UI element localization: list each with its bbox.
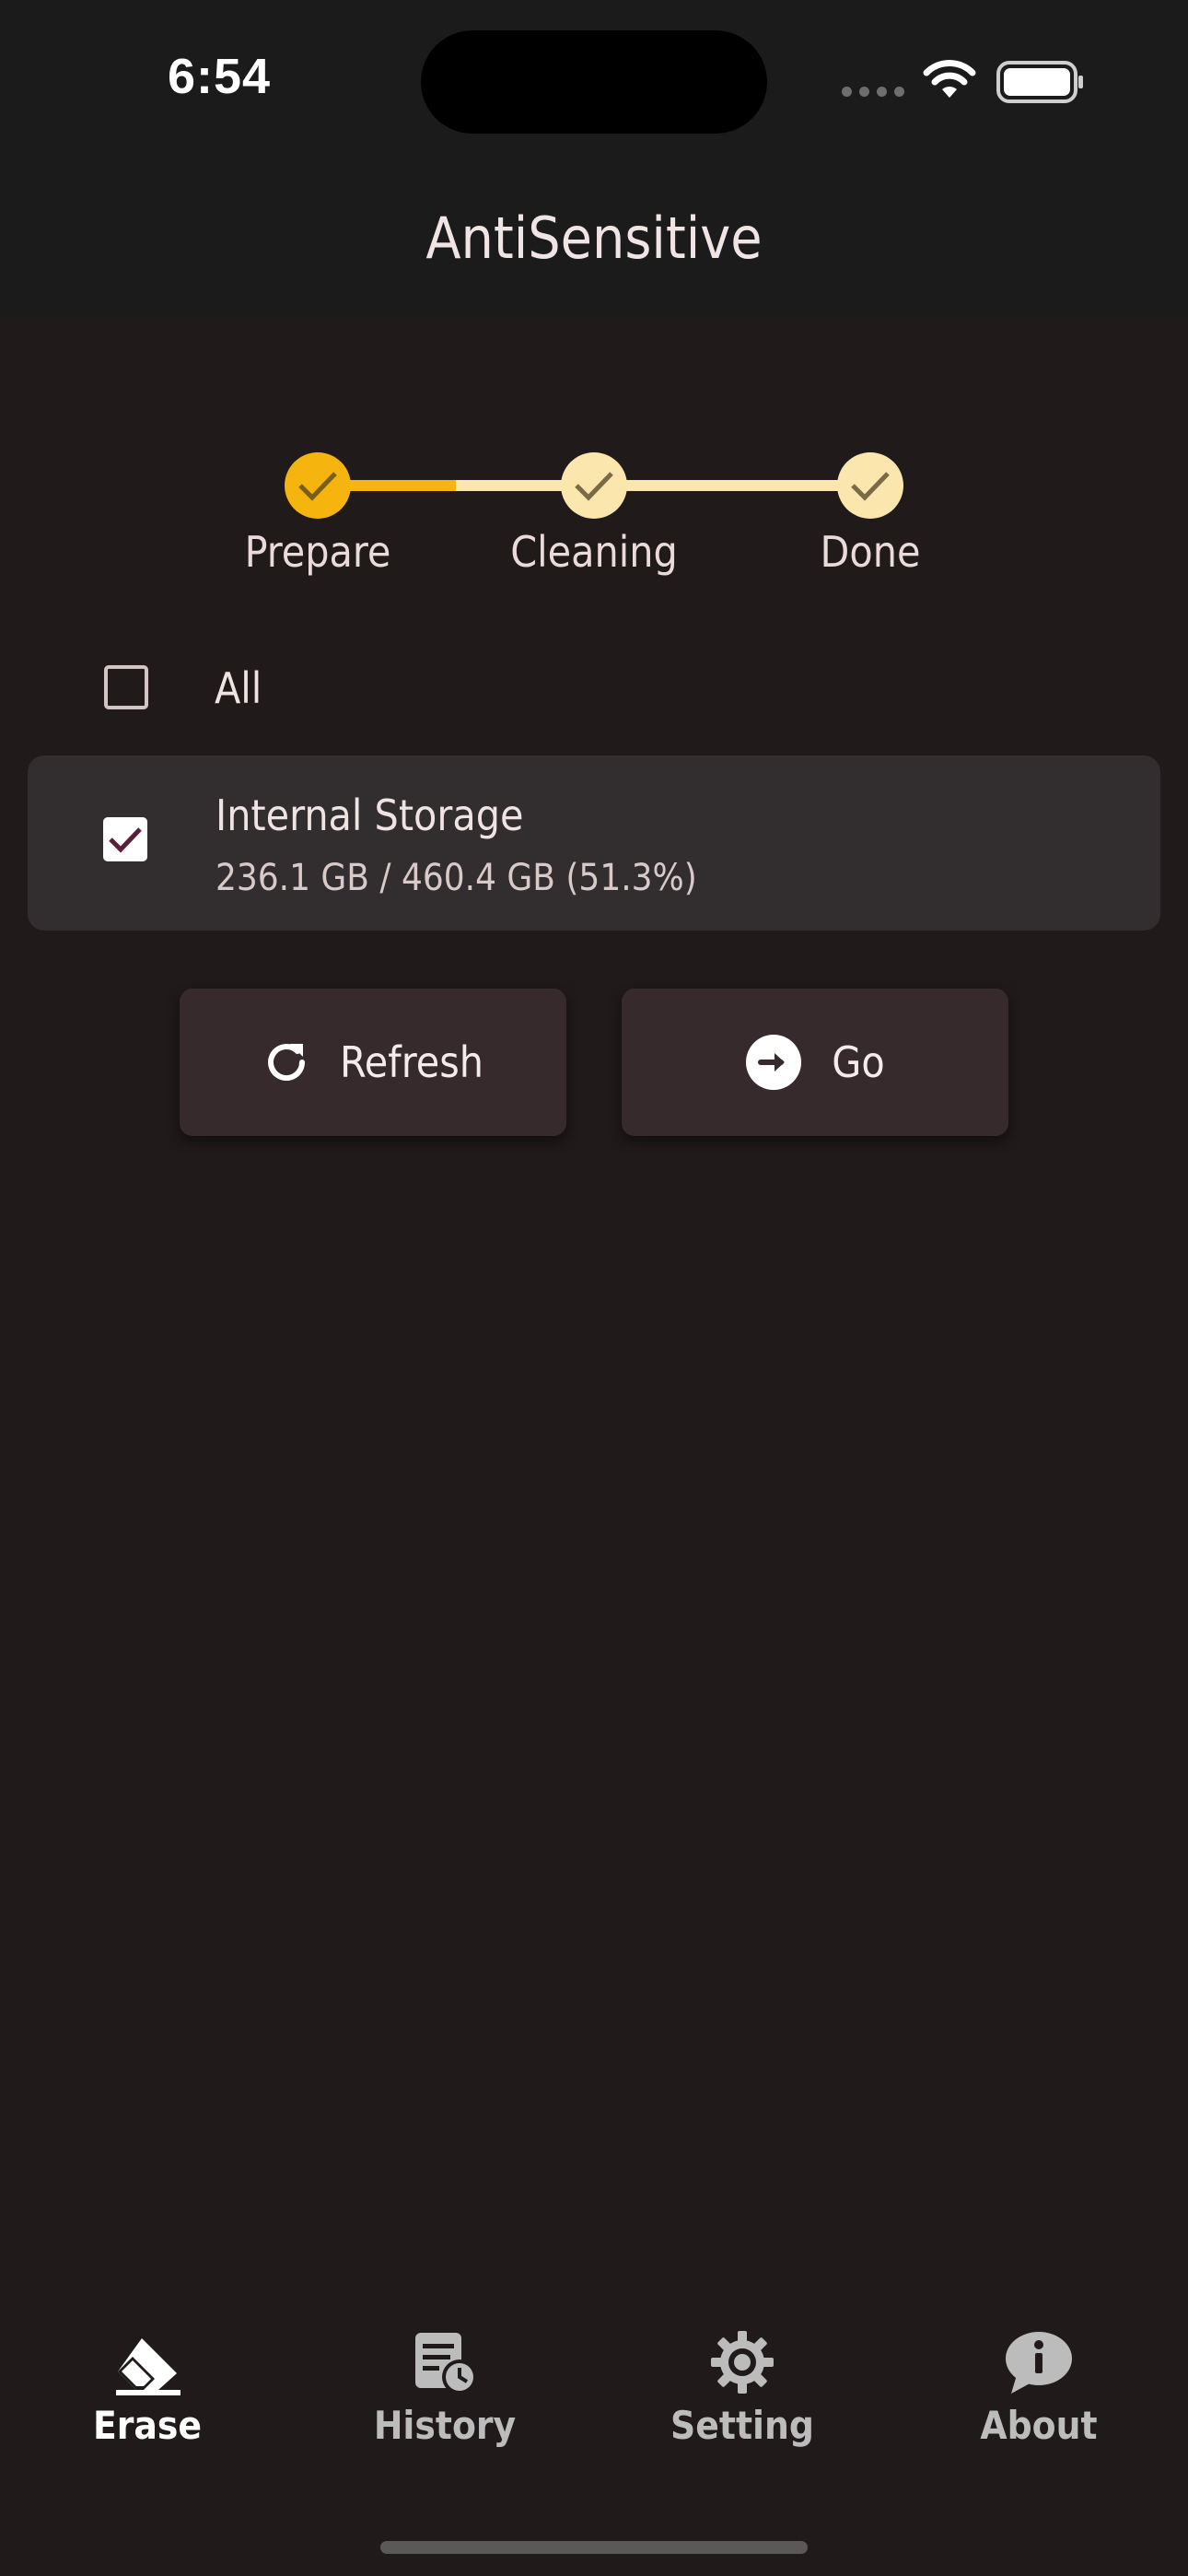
- check-icon: [298, 472, 337, 501]
- select-all-label: All: [215, 663, 262, 713]
- home-indicator[interactable]: [380, 2541, 808, 2554]
- check-icon: [575, 472, 613, 501]
- step-label-cleaning: Cleaning: [510, 527, 678, 577]
- step-connector-2: [594, 480, 870, 491]
- nav-item-setting[interactable]: Setting: [623, 2322, 862, 2469]
- check-icon: [109, 827, 142, 853]
- battery-icon: [996, 61, 1083, 103]
- eraser-icon: [116, 2338, 181, 2395]
- step-label-done: Done: [820, 527, 921, 577]
- storage-checkbox[interactable]: [103, 817, 147, 861]
- signal-icon: [842, 87, 904, 97]
- bottom-navigation: Erase History Setting About: [0, 2322, 1188, 2469]
- step-cleaning-indicator: [561, 452, 627, 519]
- step-label-prepare: Prepare: [244, 527, 391, 577]
- arrow-right-circle-icon: [746, 1035, 802, 1090]
- status-time: 6:54: [168, 49, 272, 104]
- storage-item[interactable]: Internal Storage 236.1 GB / 460.4 GB (51…: [28, 755, 1160, 931]
- go-button[interactable]: Go: [622, 989, 1008, 1136]
- refresh-button[interactable]: Refresh: [180, 989, 566, 1136]
- nav-item-about[interactable]: About: [919, 2322, 1159, 2469]
- storage-name: Internal Storage: [215, 790, 524, 840]
- select-all-checkbox[interactable]: [104, 665, 148, 709]
- gear-icon: [711, 2331, 774, 2394]
- progress-stepper: Prepare Cleaning Done: [0, 442, 1188, 590]
- step-done-indicator: [837, 452, 903, 519]
- history-icon: [415, 2333, 477, 2395]
- nav-item-erase[interactable]: Erase: [28, 2322, 267, 2469]
- nav-label-history: History: [373, 2403, 517, 2448]
- page-title: AntiSensitive: [425, 205, 763, 272]
- storage-usage: 236.1 GB / 460.4 GB (51.3%): [215, 857, 697, 899]
- refresh-label: Refresh: [340, 1037, 483, 1087]
- nav-item-history[interactable]: History: [325, 2322, 565, 2469]
- app-bar: 6:54 AntiSensitive: [0, 0, 1188, 318]
- wifi-icon: [923, 60, 976, 98]
- nav-label-erase: Erase: [92, 2403, 203, 2448]
- select-all-row[interactable]: All: [0, 645, 1188, 737]
- dynamic-island: [421, 30, 767, 134]
- check-icon: [851, 472, 890, 501]
- info-icon: [1006, 2332, 1072, 2394]
- nav-label-setting: Setting: [670, 2403, 814, 2448]
- go-label: Go: [832, 1037, 885, 1087]
- status-icons: [838, 55, 1087, 111]
- nav-label-about: About: [980, 2403, 1098, 2448]
- step-prepare-indicator: [285, 452, 351, 519]
- refresh-icon: [268, 1044, 306, 1082]
